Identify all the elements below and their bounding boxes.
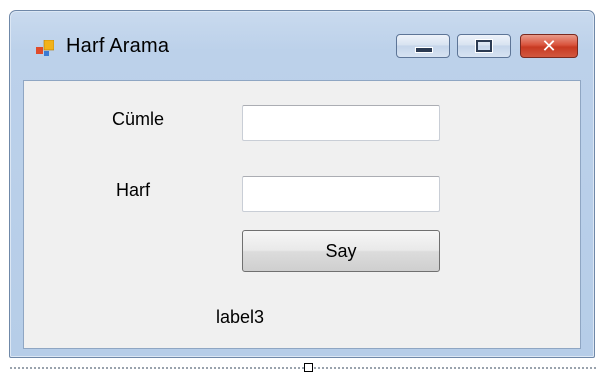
minimize-icon bbox=[415, 47, 433, 53]
title-bar[interactable]: Harf Arama ✕ bbox=[10, 11, 594, 79]
designer-selection-border bbox=[10, 367, 596, 369]
count-button[interactable]: Say bbox=[242, 230, 440, 272]
sentence-label: Cümle bbox=[112, 109, 165, 129]
maximize-icon bbox=[476, 40, 492, 52]
window-title: Harf Arama bbox=[66, 35, 170, 57]
form-client-area: Cümle Harf Say label3 bbox=[23, 80, 581, 349]
close-button[interactable]: ✕ bbox=[520, 34, 578, 58]
maximize-button[interactable] bbox=[457, 34, 511, 58]
resize-handle[interactable] bbox=[304, 363, 313, 372]
result-label: label3 bbox=[216, 307, 265, 327]
minimize-button[interactable] bbox=[396, 34, 450, 58]
sentence-input[interactable] bbox=[242, 105, 440, 141]
letter-label: Harf bbox=[116, 180, 151, 200]
form-window: Harf Arama ✕ Cümle Harf Say label3 bbox=[9, 10, 595, 358]
close-icon: ✕ bbox=[541, 35, 557, 57]
letter-input[interactable] bbox=[242, 176, 440, 212]
app-icon bbox=[36, 40, 54, 56]
